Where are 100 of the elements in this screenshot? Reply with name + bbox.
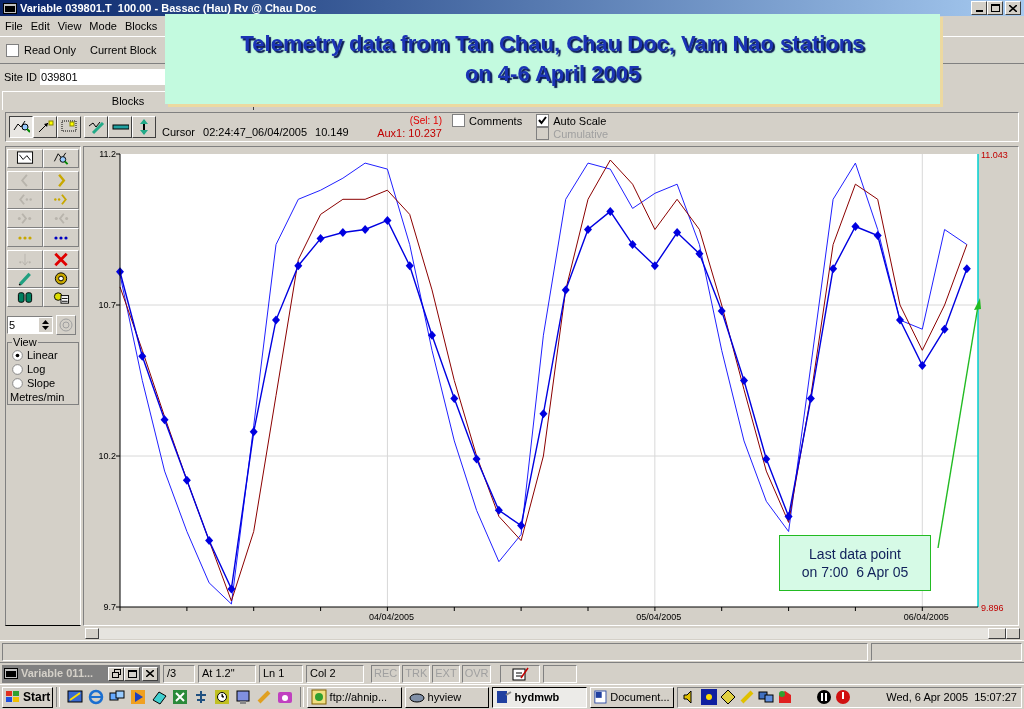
- diamond-icon[interactable]: [719, 689, 736, 705]
- group-title: View: [12, 337, 38, 348]
- taskbar-button[interactable]: ftp://ahnip...: [306, 686, 402, 708]
- camera-icon[interactable]: [276, 689, 293, 705]
- diamond-marker: [227, 584, 236, 594]
- maximize-icon: [127, 669, 137, 678]
- diamond-marker: [873, 231, 882, 241]
- checkbox[interactable]: [536, 114, 550, 127]
- spreadsheet-icon[interactable]: [171, 689, 188, 705]
- diamond-marker: [361, 225, 370, 234]
- start-button[interactable]: Start: [2, 686, 54, 708]
- diamond-marker: [851, 222, 860, 231]
- spiral-button[interactable]: [56, 315, 76, 335]
- diamond-marker: [762, 454, 771, 464]
- spiral-icon: [59, 318, 73, 332]
- axis-label: 9.896: [981, 603, 1004, 613]
- maximize-button[interactable]: [987, 1, 1003, 15]
- cursor-time: 02:24:47_06/04/2005: [203, 124, 307, 140]
- close-button[interactable]: [142, 666, 158, 681]
- spinner-field[interactable]: 5: [7, 316, 53, 334]
- horizontal-scrollbar[interactable]: [85, 627, 1020, 639]
- taskbar-button[interactable]: hyview: [404, 686, 489, 708]
- cross-icon: [52, 251, 70, 268]
- site-id-label: Site ID: [4, 69, 37, 85]
- menu-item[interactable]: Blocks: [121, 17, 161, 35]
- checkbox[interactable]: [452, 114, 465, 127]
- clock: Wed, 6 Apr 2005 15:07:27: [886, 689, 1017, 705]
- window-icon: [3, 2, 17, 14]
- down-arrow-icon: [16, 251, 34, 268]
- minimized-window-title: Variable 011...: [21, 666, 94, 682]
- eraser-icon[interactable]: [150, 689, 167, 705]
- diamond-marker: [740, 376, 748, 385]
- diamond-marker: [383, 215, 392, 225]
- computers-icon[interactable]: [757, 689, 774, 705]
- tool-button[interactable]: [9, 116, 33, 138]
- diamond-marker: [182, 475, 191, 485]
- dotted-right-arrow-icon: [52, 191, 70, 208]
- diamond-marker: [539, 409, 548, 419]
- restore-button[interactable]: [108, 666, 124, 681]
- diamond-marker: [695, 249, 704, 259]
- magnifier-chart-icon: [52, 150, 70, 167]
- diamond-marker: [784, 511, 793, 521]
- three-dots-icon: [54, 235, 68, 240]
- clock-icon[interactable]: [213, 689, 230, 705]
- checkbox-label: Read Only: [24, 42, 76, 58]
- play-icon[interactable]: [129, 689, 146, 705]
- selection-count: (Sel: 1): [409, 115, 442, 127]
- axis-label: 11.043: [981, 150, 1008, 160]
- radio-button[interactable]: [12, 377, 23, 389]
- properties-icon: [52, 289, 70, 306]
- current-block-label: Current Block: [90, 42, 157, 58]
- axis-label: 11.2: [99, 149, 116, 159]
- diamond-marker: [717, 306, 726, 316]
- cursor-value: 10.149: [315, 124, 349, 140]
- units-label: Metres/min: [10, 390, 66, 404]
- desktop-icon[interactable]: [66, 689, 83, 705]
- diamond-marker: [561, 285, 570, 295]
- close-button[interactable]: [1005, 1, 1021, 15]
- taskbar-button[interactable]: hydmwb: [491, 686, 587, 708]
- spinner-arrows-icon: [39, 318, 52, 332]
- diamond-marker: [138, 351, 147, 361]
- radio-button[interactable]: [12, 349, 23, 361]
- notes-button[interactable]: [500, 664, 541, 683]
- menu-item[interactable]: View: [54, 17, 85, 35]
- diamond-marker: [428, 330, 436, 340]
- diamond-marker: [606, 206, 615, 216]
- windows-logo-icon: [5, 690, 21, 704]
- overlay-title: on 4-6 April 2005: [464, 60, 641, 88]
- checkbox[interactable]: [6, 43, 19, 57]
- menu-item[interactable]: Edit: [27, 17, 53, 35]
- taskbar-button[interactable]: Document...: [589, 686, 674, 708]
- axis-label: 10.7: [98, 300, 116, 310]
- diamond-marker: [294, 261, 303, 271]
- diamond-marker: [650, 261, 659, 271]
- maximize-button[interactable]: [124, 666, 140, 681]
- alert-icon[interactable]: [834, 689, 851, 705]
- axis-label: 05/04/2005: [636, 612, 682, 622]
- radio-label: Slope: [27, 375, 56, 391]
- close-icon: [1009, 4, 1017, 12]
- document-icon: [593, 689, 608, 705]
- monitor-icon[interactable]: [234, 689, 251, 705]
- axis-label: 10.2: [98, 451, 116, 461]
- diamond-marker: [450, 394, 459, 404]
- diamond-marker: [472, 454, 481, 464]
- menu-item[interactable]: File: [2, 17, 26, 35]
- menu-item[interactable]: Mode: [86, 17, 120, 35]
- radio-label: Log: [27, 361, 46, 377]
- diamond-marker: [116, 267, 124, 277]
- minimize-button[interactable]: [971, 1, 987, 15]
- status-panel: [543, 664, 578, 683]
- diamond-marker: [829, 264, 838, 274]
- diamond-marker: [249, 427, 258, 437]
- radio-button[interactable]: [12, 363, 23, 375]
- axis-label: 04/04/2005: [368, 612, 414, 622]
- callout-text: Last data point: [809, 545, 901, 563]
- aux-reading: Aux1: 10.237: [377, 127, 442, 139]
- callout-text: on 7:00 6 Apr 05: [801, 563, 909, 581]
- diamond-marker: [584, 225, 592, 234]
- diamond-marker: [896, 315, 904, 325]
- window-icon: [4, 668, 18, 679]
